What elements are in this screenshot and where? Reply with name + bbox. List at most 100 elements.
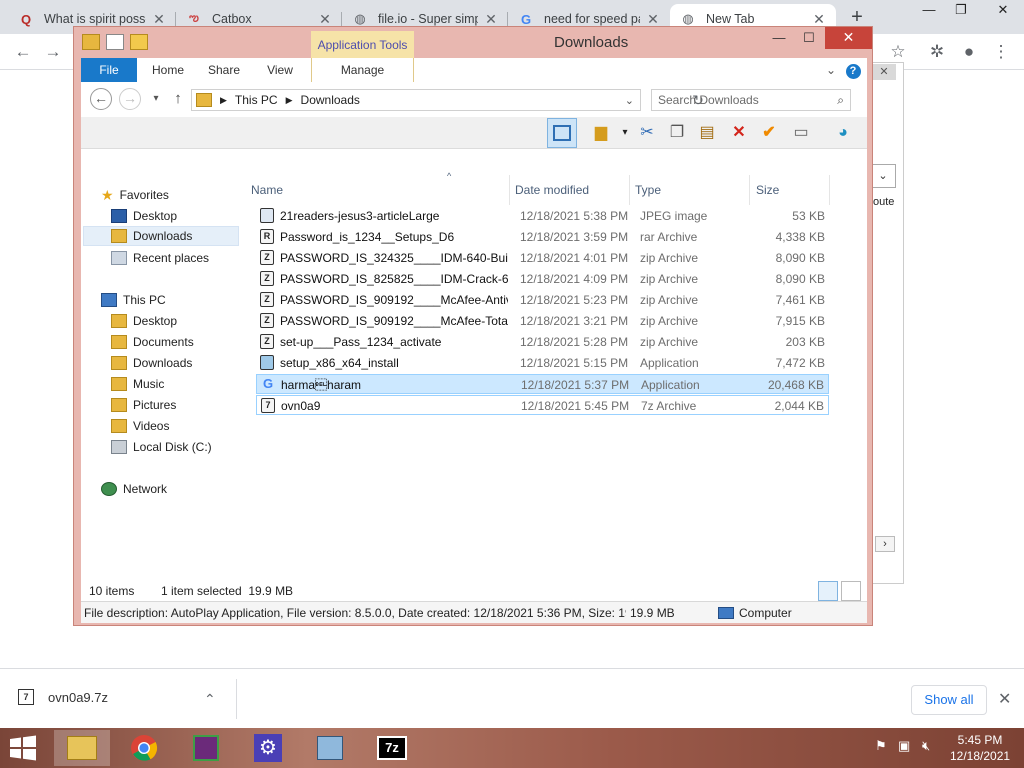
column-divider[interactable] [629,175,630,205]
restore-button[interactable]: ❐ [944,0,978,22]
scroll-right-icon[interactable]: › [875,536,895,552]
table-row[interactable]: R Password_is_1234__Setups_D6 12/18/2021… [256,227,829,247]
close-icon[interactable]: ✕ [998,689,1011,709]
extensions-icon[interactable]: ✲ [926,42,948,62]
tab-file[interactable]: File [81,58,137,82]
rename-icon[interactable]: ▭ [789,121,813,145]
taskbar-7zip[interactable]: 7z [364,730,420,766]
nav-favorites[interactable]: ★ Favorites [101,185,169,205]
address-dropdown-icon[interactable]: ⌄ [625,94,634,107]
taskbar-file-explorer[interactable] [54,730,110,766]
breadcrumb-this-pc[interactable]: This PC [235,93,278,107]
column-size[interactable]: Size [756,183,779,197]
table-row[interactable]: Z set-up___Pass_1234_activate 12/18/2021… [256,332,829,352]
action-center-flag-icon[interactable]: ⚑ [875,738,887,754]
show-all-button[interactable]: Show all [911,685,987,715]
star-icon[interactable]: ☆ [887,42,909,62]
nav-pc-desktop[interactable]: Desktop [111,311,177,331]
expand-ribbon-icon[interactable]: ⌄ [823,58,839,82]
nav-pc-videos[interactable]: Videos [111,416,169,436]
delete-icon[interactable]: ✕ [727,121,751,145]
table-row[interactable]: 7 ovn0a9 12/18/2021 5:45 PM 7z Archive 2… [256,395,829,415]
tab-share[interactable]: Share [199,58,249,82]
nav-pc-pictures[interactable]: Pictures [111,395,176,415]
minimize-button[interactable]: — [764,27,794,49]
nav-fav-recent-places[interactable]: Recent places [111,248,209,268]
table-row-selected[interactable]: G harmaharam 12/18/2021 5:37 PM Applica… [256,374,829,394]
chevron-right-icon[interactable]: ▶ [286,95,293,106]
folder-icon[interactable] [82,34,100,50]
taskbar-winrar[interactable] [178,730,234,766]
paste-icon[interactable]: ▤ [695,121,719,145]
cut-icon[interactable]: ✂ [635,121,659,145]
nav-pc-downloads[interactable]: Downloads [111,353,192,373]
taskbar-chrome[interactable] [116,730,172,766]
volume-muted-icon[interactable]: 🔇︎ [922,738,930,754]
nav-this-pc[interactable]: This PC [101,290,166,310]
table-row[interactable]: Z PASSWORD_IS_324325____IDM-640-Build-2 … [256,248,829,268]
profile-icon[interactable]: ● [958,42,980,62]
breadcrumb-downloads[interactable]: Downloads [301,93,360,107]
network-icon[interactable]: ▣ [898,738,910,754]
column-name[interactable]: Name [251,183,283,197]
dropdown-arrow-icon[interactable]: ▾ [613,121,637,145]
forward-arrow-icon[interactable]: → [42,42,64,62]
checkmark-icon[interactable]: ✔ [757,121,781,145]
nav-pc-local-disk[interactable]: Local Disk (C:) [111,437,212,457]
system-clock[interactable]: 5:45 PM 12/18/2021 [950,732,1010,764]
windows-start-icon[interactable] [8,735,38,761]
chevron-up-icon[interactable]: ⌃ [204,691,216,708]
table-row[interactable]: Z PASSWORD_IS_825825____IDM-Crack-640...… [256,269,829,289]
close-tab-icon[interactable]: ✕ [318,11,332,28]
details-view-icon[interactable] [818,581,838,601]
minimize-button[interactable]: — [912,0,946,22]
menu-icon[interactable]: ⋮ [990,42,1012,62]
column-type[interactable]: Type [635,183,661,197]
close-window-button[interactable]: ✕ [986,0,1020,22]
recent-locations-icon[interactable]: ▾ [145,89,167,109]
chevron-right-icon[interactable]: ▶ [220,95,227,106]
new-folder-icon[interactable] [130,34,148,50]
large-icons-view-icon[interactable] [841,581,861,601]
close-tab-icon[interactable]: ✕ [646,11,660,28]
close-tab-icon[interactable]: ✕ [812,11,826,28]
clock-date: 12/18/2021 [950,749,1011,763]
column-divider[interactable] [749,175,750,205]
nav-network[interactable]: Network [101,479,167,499]
table-row[interactable]: Z PASSWORD_IS_909192____McAfee-Antiviru … [256,290,829,310]
column-divider[interactable] [829,175,830,205]
page-dropdown[interactable]: ⌄ [870,164,896,188]
nav-fav-desktop[interactable]: Desktop [111,206,177,226]
table-row[interactable]: Z PASSWORD_IS_909192____McAfee-Total-Pr … [256,311,829,331]
folder-options-icon[interactable]: ▆ [589,121,613,145]
close-tab-icon[interactable]: ✕ [484,11,498,28]
taskbar-settings[interactable]: ⚙ [240,730,296,766]
tab-home[interactable]: Home [143,58,193,82]
table-row[interactable]: 21readers-jesus3-articleLarge 12/18/2021… [256,206,829,226]
copy-icon[interactable]: ❐ [665,121,689,145]
back-arrow-icon[interactable]: ← [12,42,34,62]
up-arrow-icon[interactable]: ↑ [167,89,189,109]
nav-pc-music[interactable]: Music [111,374,164,394]
close-tab-icon[interactable]: ✕ [152,11,166,28]
table-row[interactable]: setup_x86_x64_install 12/18/2021 5:15 PM… [256,353,829,373]
properties-icon[interactable] [106,34,124,50]
tab-view[interactable]: View [255,58,305,82]
close-icon[interactable]: ✕ [872,64,896,80]
preview-pane-icon[interactable] [547,118,577,148]
forward-button[interactable]: → [119,88,141,110]
back-button[interactable]: ← [90,88,112,110]
column-divider[interactable] [509,175,510,205]
download-item[interactable]: 7 ovn0a9.7z [18,689,108,705]
taskbar-installer[interactable] [302,730,358,766]
tab-manage[interactable]: Manage [311,58,414,82]
search-input[interactable]: Search Downloads ⌕ [651,89,851,111]
column-date-modified[interactable]: Date modified [515,183,589,197]
maximize-button[interactable]: ☐ [794,27,824,49]
shell-icon[interactable]: ◕ [831,121,855,145]
close-window-button[interactable]: ✕ [825,27,872,49]
help-icon[interactable]: ? [845,58,861,82]
nav-fav-downloads[interactable]: Downloads [83,226,239,246]
nav-pc-documents[interactable]: Documents [111,332,194,352]
address-bar[interactable]: ▶ This PC ▶ Downloads ⌄ [191,89,641,111]
